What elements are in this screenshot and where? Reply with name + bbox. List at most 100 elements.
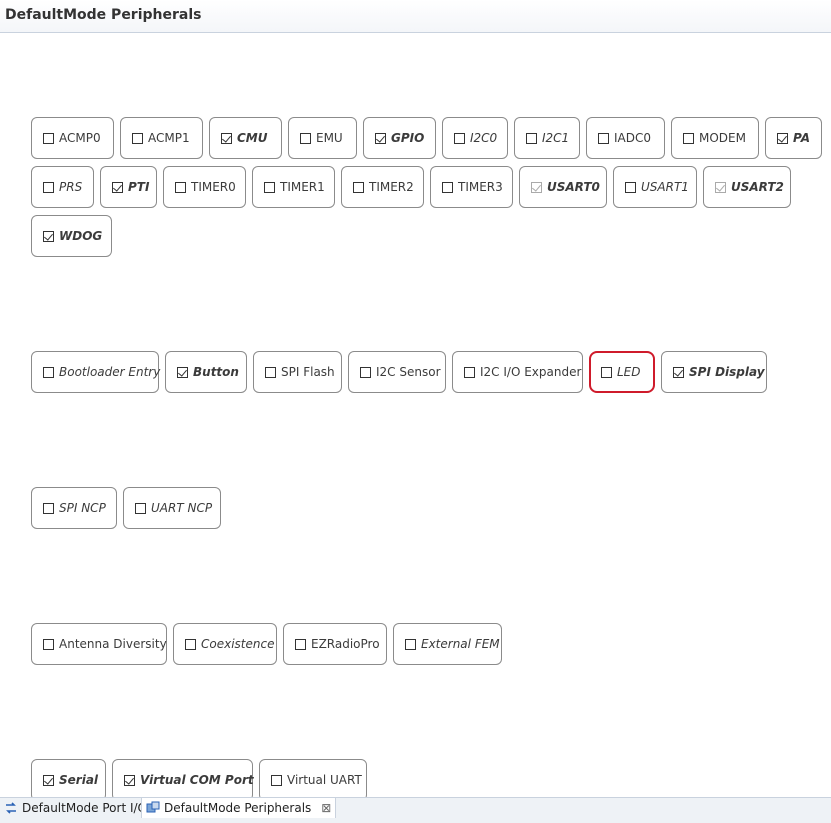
peripheral-prs[interactable]: PRS — [31, 166, 94, 208]
checkbox[interactable] — [375, 132, 386, 144]
peripheral-label: UART NCP — [151, 501, 213, 515]
peripheral-label: CMU — [237, 131, 268, 145]
checkbox[interactable] — [625, 181, 636, 193]
peripheral-timer2[interactable]: TIMER2 — [341, 166, 424, 208]
checkbox[interactable] — [177, 366, 188, 378]
checkbox[interactable] — [601, 366, 612, 378]
peripheral-external-fem[interactable]: External FEM — [393, 623, 502, 665]
checkbox[interactable] — [175, 181, 186, 193]
peripheral-spi-ncp[interactable]: SPI NCP — [31, 487, 117, 529]
tab-peripherals-label: DefaultMode Peripherals — [164, 801, 312, 815]
peripheral-antenna-diversity[interactable]: Antenna Diversity — [31, 623, 167, 665]
peripheral-label: WDOG — [59, 229, 103, 243]
editor-tab-bar: DefaultMode Port I/O DefaultMode Periphe… — [0, 797, 831, 823]
checkbox[interactable] — [683, 132, 694, 144]
peripheral-cmu[interactable]: CMU — [209, 117, 282, 159]
checkbox[interactable] — [112, 181, 123, 193]
peripheral-label: I2C0 — [470, 131, 498, 145]
checkbox[interactable] — [526, 132, 537, 144]
checkbox[interactable] — [300, 132, 311, 144]
checkbox[interactable] — [405, 638, 416, 650]
peripheral-acmp0[interactable]: ACMP0 — [31, 117, 114, 159]
peripheral-label: USART2 — [731, 180, 784, 194]
checkbox[interactable] — [185, 638, 196, 650]
peripheral-i2c0[interactable]: I2C0 — [442, 117, 508, 159]
checkbox[interactable] — [124, 774, 135, 786]
peripheral-i2c-sensor[interactable]: I2C Sensor — [348, 351, 446, 393]
peripheral-virtual-uart[interactable]: Virtual UART — [259, 759, 367, 801]
peripheral-i2c-i-o-expander[interactable]: I2C I/O Expander — [452, 351, 583, 393]
peripheral-wdog[interactable]: WDOG — [31, 215, 112, 257]
peripheral-virtual-com-port[interactable]: Virtual COM Port — [112, 759, 254, 801]
checkbox[interactable] — [43, 366, 54, 378]
peripheral-timer1[interactable]: TIMER1 — [252, 166, 335, 208]
group-row-ncp: SPI NCP UART NCP — [31, 487, 221, 529]
peripheral-pa[interactable]: PA — [765, 117, 822, 159]
peripheral-modem[interactable]: MODEM — [671, 117, 759, 159]
checkbox[interactable] — [43, 774, 54, 786]
checkbox[interactable] — [353, 181, 364, 193]
tab-port-io-label: DefaultMode Port I/O — [22, 801, 147, 815]
peripheral-spi-display[interactable]: SPI Display — [661, 351, 767, 393]
checkbox[interactable] — [360, 366, 371, 378]
peripherals-icon — [146, 801, 160, 813]
checkbox[interactable] — [132, 132, 143, 144]
checkbox[interactable] — [454, 132, 465, 144]
checkbox[interactable] — [442, 181, 453, 193]
checkbox[interactable] — [295, 638, 306, 650]
checkbox[interactable] — [43, 502, 54, 514]
checkbox[interactable] — [43, 181, 54, 193]
peripheral-acmp1[interactable]: ACMP1 — [120, 117, 203, 159]
peripheral-timer3[interactable]: TIMER3 — [430, 166, 513, 208]
peripheral-label: Bootloader Entry — [59, 365, 161, 379]
peripheral-ezradiopro[interactable]: EZRadioPro — [283, 623, 387, 665]
close-icon[interactable]: ⊠ — [321, 801, 331, 815]
peripheral-usart0[interactable]: USART0 — [519, 166, 607, 208]
peripheral-iadc0[interactable]: IADC0 — [586, 117, 665, 159]
peripheral-usart1[interactable]: USART1 — [613, 166, 697, 208]
peripheral-coexistence[interactable]: Coexistence — [173, 623, 277, 665]
checkbox[interactable] — [43, 638, 54, 650]
checkbox[interactable] — [777, 132, 788, 144]
peripheral-label: Button — [193, 365, 239, 379]
checkbox[interactable] — [221, 132, 232, 144]
checkbox[interactable] — [673, 366, 684, 378]
peripheral-i2c1[interactable]: I2C1 — [514, 117, 580, 159]
peripheral-uart-ncp[interactable]: UART NCP — [123, 487, 221, 529]
peripheral-label: Virtual UART — [287, 773, 362, 787]
checkbox[interactable] — [265, 366, 276, 378]
checkbox[interactable] — [464, 366, 475, 378]
peripheral-label: Antenna Diversity — [59, 637, 167, 651]
peripheral-led[interactable]: LED — [589, 351, 655, 393]
peripheral-usart2[interactable]: USART2 — [703, 166, 791, 208]
peripheral-label: SPI NCP — [59, 501, 106, 515]
checkbox[interactable] — [43, 230, 54, 242]
checkbox[interactable] — [715, 181, 726, 193]
checkbox[interactable] — [43, 132, 54, 144]
peripheral-label: Virtual COM Port — [140, 773, 254, 787]
checkbox[interactable] — [271, 774, 282, 786]
peripheral-emu[interactable]: EMU — [288, 117, 357, 159]
checkbox[interactable] — [598, 132, 609, 144]
view-title-bar: DefaultMode Peripherals — [0, 0, 831, 33]
checkbox[interactable] — [531, 181, 542, 193]
checkbox[interactable] — [135, 502, 146, 514]
peripheral-label: SPI Display — [689, 365, 765, 379]
group-row-serial: Serial Virtual COM Port Virtual UART — [31, 759, 367, 801]
peripheral-gpio[interactable]: GPIO — [363, 117, 436, 159]
group-row-core-peripherals-2: PRS PTI TIMER0 TIMER1 TIMER2 TIMER3 USART0 USAR… — [31, 166, 791, 208]
tab-port-io[interactable]: DefaultMode Port I/O — [0, 798, 151, 818]
peripheral-label: PRS — [59, 180, 83, 194]
peripheral-label: SPI Flash — [281, 365, 335, 379]
peripheral-spi-flash[interactable]: SPI Flash — [253, 351, 342, 393]
group-row-board-features: Bootloader Entry Button SPI Flash I2C Senso… — [31, 351, 767, 393]
peripheral-serial[interactable]: Serial — [31, 759, 106, 801]
checkbox[interactable] — [264, 181, 275, 193]
peripheral-timer0[interactable]: TIMER0 — [163, 166, 246, 208]
peripheral-bootloader-entry[interactable]: Bootloader Entry — [31, 351, 161, 393]
peripheral-label: ACMP1 — [148, 131, 190, 145]
peripheral-button[interactable]: Button — [165, 351, 247, 393]
tab-peripherals[interactable]: DefaultMode Peripherals ⊠ — [141, 798, 337, 818]
peripheral-pti[interactable]: PTI — [100, 166, 157, 208]
peripheral-label: EZRadioPro — [311, 637, 380, 651]
